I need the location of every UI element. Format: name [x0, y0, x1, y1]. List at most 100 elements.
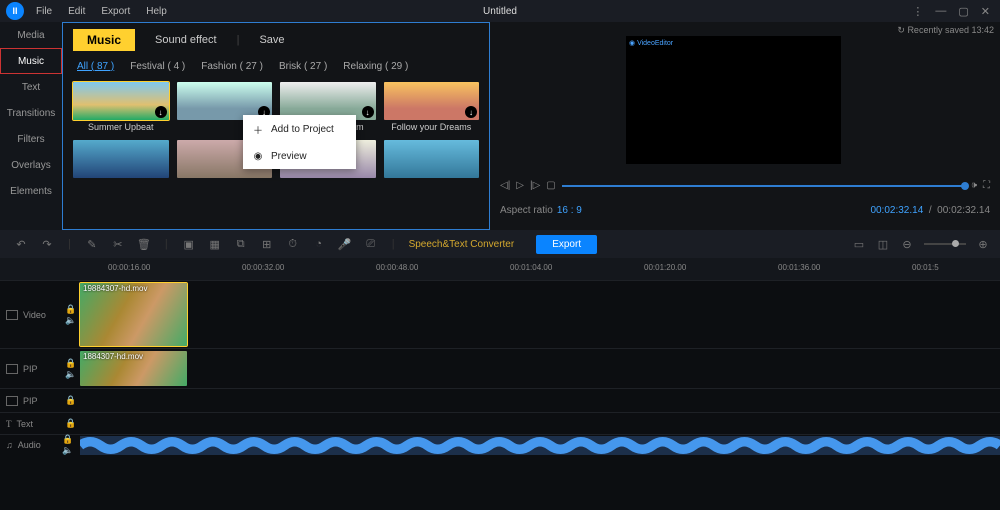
window-more-icon[interactable]: ⋮	[912, 5, 923, 18]
download-icon[interactable]: ↓	[155, 106, 167, 118]
music-thumb	[384, 140, 480, 178]
video-lane[interactable]: 19884307-hd.mov	[80, 281, 1000, 348]
zoom-icon[interactable]: ⊞	[260, 237, 274, 251]
toolbar: ↶ ↷ | ✎ ✂ 🗑 | ▣ ▦ ⧉ ⊞ ⏱ ◔ 🎤 ⎚ | Speech&T…	[0, 230, 1000, 258]
ctx-add-to-project[interactable]: ＋Add to Project	[243, 115, 356, 144]
duration-icon[interactable]: ⏱	[286, 237, 300, 251]
select-icon[interactable]: ✎	[85, 237, 99, 251]
preview-panel: ↻ Recently saved 13:42 ◉ VideoEditor ◁| …	[490, 22, 1000, 230]
text-lane[interactable]	[80, 413, 1000, 434]
music-item[interactable]	[384, 140, 480, 178]
pip-track-icon	[6, 364, 18, 374]
music-item[interactable]: ↓ Follow your Dreams	[384, 82, 480, 132]
video-clip[interactable]: 19884307-hd.mov	[80, 283, 187, 346]
record-icon[interactable]: ⎚	[364, 237, 378, 251]
volume-icon[interactable]: 🕩	[971, 180, 977, 191]
export-button[interactable]: Export	[536, 235, 597, 254]
timeline: 00:00:16.00 00:00:32.00 00:00:48.00 00:0…	[0, 258, 1000, 510]
fit-icon[interactable]: ▭	[852, 237, 866, 251]
filter-all[interactable]: All ( 87 )	[77, 61, 114, 72]
play-button[interactable]: ▷	[516, 180, 524, 191]
download-icon[interactable]: ↓	[465, 106, 477, 118]
preview-window[interactable]: ◉ VideoEditor	[626, 36, 841, 164]
tab-music[interactable]: Music	[73, 29, 135, 51]
lock-icon[interactable]: 🔒🔈	[62, 435, 80, 454]
lock-icon[interactable]: 🔒🔈	[62, 349, 80, 388]
pip-lane[interactable]: 1884307-hd.mov	[80, 349, 1000, 388]
filter-relaxing[interactable]: Relaxing ( 29 )	[343, 61, 408, 72]
progress-bar[interactable]	[562, 185, 965, 187]
library-panel: Music Sound effect | Save All ( 87 ) Fes…	[62, 22, 490, 230]
sidebar-item-filters[interactable]: Filters	[0, 126, 62, 152]
menu-file[interactable]: File	[28, 6, 60, 17]
app-logo: II	[6, 2, 24, 20]
recently-saved: ↻ Recently saved 13:42	[897, 25, 994, 36]
tab-sound-effect[interactable]: Sound effect	[155, 34, 217, 46]
prev-frame-button[interactable]: ◁|	[500, 180, 510, 191]
aspect-ratio[interactable]: 16 : 9	[557, 205, 582, 216]
window-close-icon[interactable]: ✕	[981, 5, 990, 18]
speech-text-converter[interactable]: Speech&Text Converter	[409, 239, 515, 250]
pip-clip[interactable]: 1884307-hd.mov	[80, 351, 187, 386]
cut-icon[interactable]: ✂	[111, 237, 125, 251]
filter-festival[interactable]: Festival ( 4 )	[130, 61, 185, 72]
sidebar-item-text[interactable]: Text	[0, 74, 62, 100]
zoom-slider[interactable]	[924, 243, 966, 245]
music-item[interactable]: ↓ Summer Upbeat	[73, 82, 169, 132]
speed-icon[interactable]: ◔	[312, 237, 326, 251]
pip-track-icon	[6, 396, 18, 406]
window-maximize-icon[interactable]: ▢	[958, 5, 968, 18]
fullscreen-icon[interactable]: ⛶	[983, 180, 990, 191]
mosaic-icon[interactable]: ▦	[208, 237, 222, 251]
track-audio: ♫Audio 🔒🔈	[0, 434, 1000, 454]
music-thumb: ↓	[384, 82, 480, 120]
video-track-icon	[6, 310, 18, 320]
menu-export[interactable]: Export	[93, 6, 138, 17]
freeze-icon[interactable]: ⧉	[234, 237, 248, 251]
marker-icon[interactable]: ◫	[876, 237, 890, 251]
audio-lane[interactable]	[80, 435, 1000, 454]
delete-icon[interactable]: 🗑	[137, 237, 151, 251]
sidebar-item-transitions[interactable]: Transitions	[0, 100, 62, 126]
preview-info: Aspect ratio16 : 9 00:02:32.14 / 00:02:3…	[500, 205, 990, 216]
lock-icon[interactable]: 🔒🔈	[62, 281, 80, 348]
crop-icon[interactable]: ▣	[182, 237, 196, 251]
zoom-in-icon[interactable]: ⊕	[976, 237, 990, 251]
plus-icon: ＋	[253, 122, 263, 137]
audio-waveform[interactable]	[80, 436, 1000, 455]
window-minimize-icon[interactable]: —	[935, 5, 946, 18]
zoom-out-icon[interactable]: ⊖	[900, 237, 914, 251]
music-thumb: ↓	[73, 82, 169, 120]
pip-lane-2[interactable]	[80, 389, 1000, 412]
music-item[interactable]	[73, 140, 169, 178]
lock-icon[interactable]: 🔒	[62, 413, 80, 434]
next-frame-button[interactable]: |▷	[530, 180, 540, 191]
lock-icon[interactable]: 🔒	[62, 389, 80, 412]
filter-brisk[interactable]: Brisk ( 27 )	[279, 61, 327, 72]
voice-icon[interactable]: 🎤	[338, 237, 352, 251]
redo-icon[interactable]: ↷	[40, 237, 54, 251]
sidebar-item-media[interactable]: Media	[0, 22, 62, 48]
music-label: Summer Upbeat	[73, 120, 169, 132]
stop-button[interactable]: ▢	[546, 180, 555, 191]
undo-icon[interactable]: ↶	[14, 237, 28, 251]
download-icon[interactable]: ↓	[362, 106, 374, 118]
music-label: Follow your Dreams	[384, 120, 480, 132]
duration: 00:02:32.14	[937, 205, 990, 216]
sidebar-item-elements[interactable]: Elements	[0, 178, 62, 204]
music-thumb	[73, 140, 169, 178]
context-menu: ＋Add to Project ◉Preview	[243, 115, 356, 169]
track-video: Video 🔒🔈 19884307-hd.mov	[0, 280, 1000, 348]
sidebar-item-music[interactable]: Music	[0, 48, 62, 74]
filter-fashion[interactable]: Fashion ( 27 )	[201, 61, 263, 72]
time-ruler[interactable]: 00:00:16.00 00:00:32.00 00:00:48.00 00:0…	[0, 258, 1000, 280]
eye-icon: ◉	[253, 151, 263, 162]
menu-edit[interactable]: Edit	[60, 6, 93, 17]
sidebar-item-overlays[interactable]: Overlays	[0, 152, 62, 178]
sidebar: Media Music Text Transitions Filters Ove…	[0, 22, 62, 230]
ctx-preview[interactable]: ◉Preview	[243, 144, 356, 169]
menu-help[interactable]: Help	[138, 6, 175, 17]
track-text: TText 🔒	[0, 412, 1000, 434]
tab-save[interactable]: Save	[259, 34, 284, 46]
track-pip-1: PIP 🔒🔈 1884307-hd.mov	[0, 348, 1000, 388]
